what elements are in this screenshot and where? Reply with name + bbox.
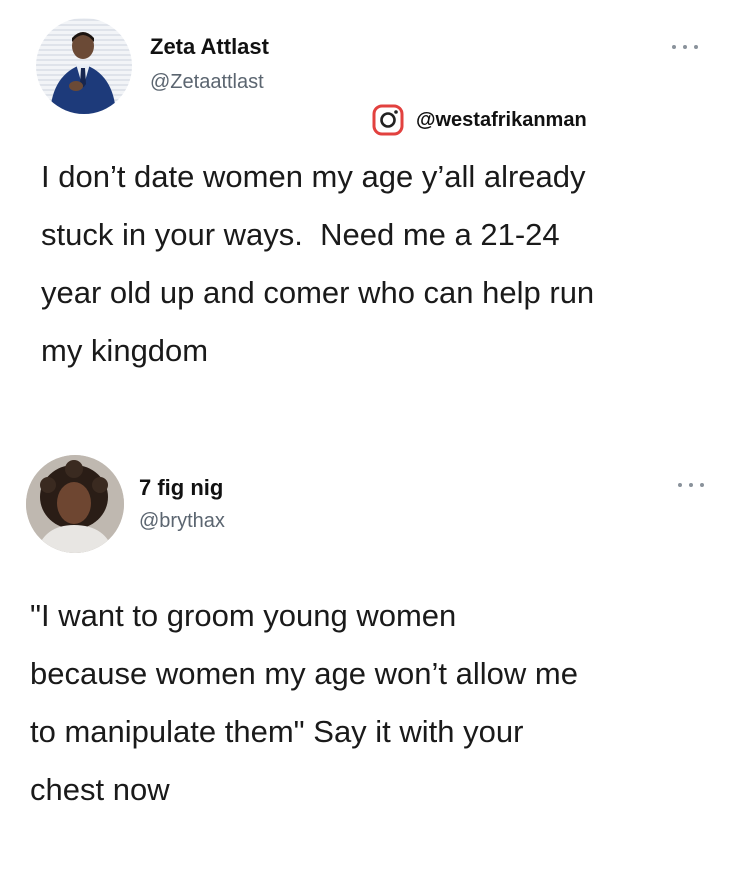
avatar[interactable] <box>26 455 124 553</box>
tweet-zeta-attlast: Zeta Attlast @Zetaattlast @westafrikanma… <box>0 0 736 420</box>
more-options-icon[interactable] <box>678 480 704 490</box>
username-handle[interactable]: @Zetaattlast <box>150 71 264 94</box>
tweet-text: I don’t date women my age y’all already … <box>41 159 595 368</box>
avatar[interactable] <box>36 18 132 114</box>
instagram-watermark: @westafrikanman <box>372 102 587 138</box>
tweet-text: "I want to groom young women because wom… <box>30 598 578 807</box>
username-handle[interactable]: @brythax <box>139 510 225 533</box>
tweet-brythax: 7 fig nig @brythax "I want to groom youn… <box>0 440 736 876</box>
instagram-icon <box>372 104 404 136</box>
display-name[interactable]: 7 fig nig <box>139 475 223 501</box>
more-options-icon[interactable] <box>672 42 698 52</box>
avatar-man-in-suit-image <box>50 32 116 114</box>
instagram-handle: @westafrikanman <box>416 108 587 131</box>
avatar-woman-image <box>26 455 124 553</box>
display-name[interactable]: Zeta Attlast <box>150 34 269 60</box>
